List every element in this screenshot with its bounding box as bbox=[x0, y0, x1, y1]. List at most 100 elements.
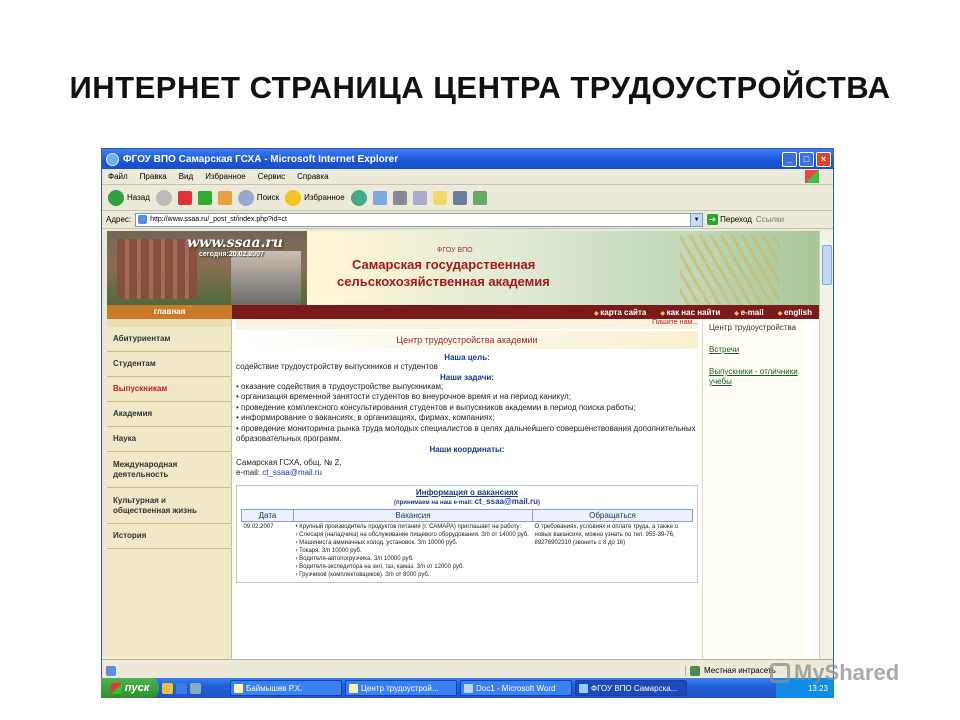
nav-find-us[interactable]: как нас найти bbox=[660, 308, 721, 317]
left-menu-graduates[interactable]: Выпускникам bbox=[107, 377, 231, 402]
address-url: http://www.ssaa.ru/_post_st/index.php?id… bbox=[150, 216, 287, 223]
left-menu-international[interactable]: Международная деятельность bbox=[107, 452, 231, 488]
search-button[interactable]: Поиск bbox=[237, 189, 279, 206]
wheat-image bbox=[680, 235, 780, 305]
messenger-icon[interactable] bbox=[452, 190, 467, 205]
today-date: сегодня:20.02.2007 bbox=[199, 251, 264, 258]
window-title: ФГОУ ВПО Самарская ГСХА - Microsoft Inte… bbox=[123, 153, 399, 165]
row-vacancy: • Крупный производитель продуктов питани… bbox=[294, 521, 533, 580]
scrollbar-thumb[interactable] bbox=[822, 245, 832, 285]
task-item-word[interactable]: Doc1 - Microsoft Word bbox=[460, 680, 572, 696]
top-nav: главная карта сайта как нас найти e-mail… bbox=[107, 305, 820, 319]
left-menu-students[interactable]: Студентам bbox=[107, 352, 231, 377]
task-item: • организация временной занятости студен… bbox=[236, 392, 571, 401]
windows-logo-icon bbox=[110, 682, 122, 694]
task-item-ie[interactable]: ФГОУ ВПО Самарска... bbox=[575, 680, 687, 696]
stop-icon[interactable] bbox=[177, 190, 192, 205]
org-type: ФГОУ ВПО bbox=[437, 247, 473, 254]
right-menu: Центр трудоустройства Встречи Выпускники… bbox=[702, 319, 804, 659]
ie-quicklaunch-icon[interactable] bbox=[176, 682, 187, 694]
quicklaunch-icon[interactable] bbox=[162, 682, 173, 694]
nav-home[interactable]: главная bbox=[107, 305, 232, 319]
menu-bar: Файл Правка Вид Избранное Сервис Справка bbox=[102, 169, 833, 185]
nav-email[interactable]: e-mail bbox=[734, 308, 764, 317]
address-bar: Адрес: http://www.ssaa.ru/_post_st/index… bbox=[102, 211, 833, 229]
chevron-down-icon[interactable]: ▼ bbox=[690, 213, 703, 226]
left-menu-science[interactable]: Наука bbox=[107, 427, 231, 452]
col-contact: Обращаться bbox=[532, 508, 693, 522]
main-content: Пишите нам... Центр трудоустройства акад… bbox=[232, 319, 702, 659]
vacancy-line: › Водителя-автопогрузчика. З/п 10000 руб… bbox=[295, 555, 414, 562]
menu-edit[interactable]: Правка bbox=[140, 172, 167, 181]
vacancies-subtitle: (принимаем на наш e-mail: ct_ssaa@mail.r… bbox=[241, 497, 693, 506]
task-item-baymyshev[interactable]: Баймышев Р.Х. bbox=[230, 680, 342, 696]
task-item: • оказание содействия в трудоустройстве … bbox=[236, 381, 444, 391]
maximize-button[interactable]: □ bbox=[799, 151, 814, 167]
menu-view[interactable]: Вид bbox=[179, 172, 193, 181]
start-button[interactable]: пуск bbox=[101, 678, 159, 698]
table-row: 09.02.2007 • Крупный производитель проду… bbox=[242, 521, 693, 580]
page-status-icon bbox=[106, 665, 116, 676]
vacancy-line: › Грузчиков (комплектовщиков). З/п от 80… bbox=[295, 571, 430, 578]
mail-icon[interactable] bbox=[372, 190, 387, 205]
left-menu-academy[interactable]: Академия bbox=[107, 402, 231, 427]
favorites-button[interactable]: Избранное bbox=[285, 189, 345, 206]
edit-icon[interactable] bbox=[412, 190, 427, 205]
forward-icon[interactable] bbox=[155, 189, 172, 206]
page-icon bbox=[138, 215, 148, 224]
vacancies-email-link[interactable]: ct_ssaa@mail.ru bbox=[475, 497, 538, 506]
goal-heading: Наша цель: bbox=[444, 353, 490, 362]
right-menu-meetings[interactable]: Встречи bbox=[709, 345, 798, 355]
left-menu-culture[interactable]: Культурная и общественная жизнь bbox=[107, 488, 231, 524]
ie-icon bbox=[106, 152, 119, 166]
menu-tools[interactable]: Сервис bbox=[258, 172, 285, 181]
task-item: • информирование о вакансиях, в организа… bbox=[236, 413, 495, 422]
windows-logo-icon bbox=[805, 170, 819, 183]
desktop-icon[interactable] bbox=[190, 682, 201, 694]
address-text: Самарская ГСХА, общ. № 2, bbox=[236, 457, 342, 467]
email-line: e-mail: ct_ssaa@mail.ru bbox=[236, 468, 698, 479]
site-logo-url[interactable]: www.ssaa.ru bbox=[187, 235, 283, 251]
task-label: Баймышев Р.Х. bbox=[246, 683, 303, 693]
go-button[interactable]: ➔ Переход bbox=[707, 214, 752, 225]
close-button[interactable]: × bbox=[816, 151, 831, 167]
folder-icon[interactable] bbox=[432, 190, 447, 205]
goal-text: содействие трудоустройству выпускников и… bbox=[236, 362, 438, 371]
site-banner: www.ssaa.ru сегодня:20.02.2007 ФГОУ ВПО … bbox=[107, 231, 820, 305]
back-button[interactable]: Назад bbox=[108, 189, 150, 206]
word-icon bbox=[464, 683, 473, 693]
address-label: Адрес: bbox=[106, 215, 132, 224]
back-label: Назад bbox=[127, 193, 150, 202]
email-link[interactable]: ct_ssaa@mail.ru bbox=[262, 468, 322, 477]
col-vacancy: Вакансия bbox=[293, 508, 533, 522]
left-menu-applicants[interactable]: Абитуриентам bbox=[107, 327, 231, 352]
menu-file[interactable]: Файл bbox=[108, 172, 128, 181]
nav-sitemap[interactable]: карта сайта bbox=[594, 308, 646, 317]
nav-english[interactable]: english bbox=[778, 308, 812, 317]
ie-icon bbox=[579, 683, 588, 693]
right-menu-top-graduates[interactable]: Выпускники - отличники учебы bbox=[709, 367, 798, 387]
print-icon[interactable] bbox=[392, 190, 407, 205]
vertical-scrollbar[interactable] bbox=[819, 231, 833, 659]
links-button[interactable]: Ссылки bbox=[756, 215, 784, 224]
research-icon[interactable] bbox=[472, 190, 487, 205]
history-icon[interactable] bbox=[350, 189, 367, 206]
minimize-button[interactable]: _ bbox=[782, 151, 797, 167]
slide-title: ИНТЕРНЕТ СТРАНИЦА ЦЕНТРА ТРУДОУСТРОЙСТВА bbox=[69, 70, 891, 105]
write-us-link[interactable]: Пишите нам... bbox=[236, 319, 698, 329]
task-label: Центр трудоустрой... bbox=[361, 683, 439, 693]
menu-help[interactable]: Справка bbox=[297, 172, 328, 181]
page-title: Центр трудоустройства академии bbox=[236, 331, 698, 349]
menu-favorites[interactable]: Избранное bbox=[205, 172, 246, 181]
left-menu: Абитуриентам Студентам Выпускникам Акаде… bbox=[107, 319, 232, 659]
refresh-icon[interactable] bbox=[197, 190, 212, 205]
start-label: пуск bbox=[124, 682, 150, 694]
home-icon[interactable] bbox=[217, 190, 232, 205]
go-label: Переход bbox=[720, 215, 752, 224]
task-item-center[interactable]: Центр трудоустрой... bbox=[345, 680, 457, 696]
back-arrow-icon bbox=[108, 189, 124, 206]
vacancies-title[interactable]: Информация о вакансиях bbox=[241, 488, 693, 497]
left-menu-history[interactable]: История bbox=[107, 524, 231, 549]
address-input[interactable]: http://www.ssaa.ru/_post_st/index.php?id… bbox=[135, 212, 704, 227]
vacancy-line: › Машиниста аммиачных холод. установок. … bbox=[295, 539, 458, 546]
